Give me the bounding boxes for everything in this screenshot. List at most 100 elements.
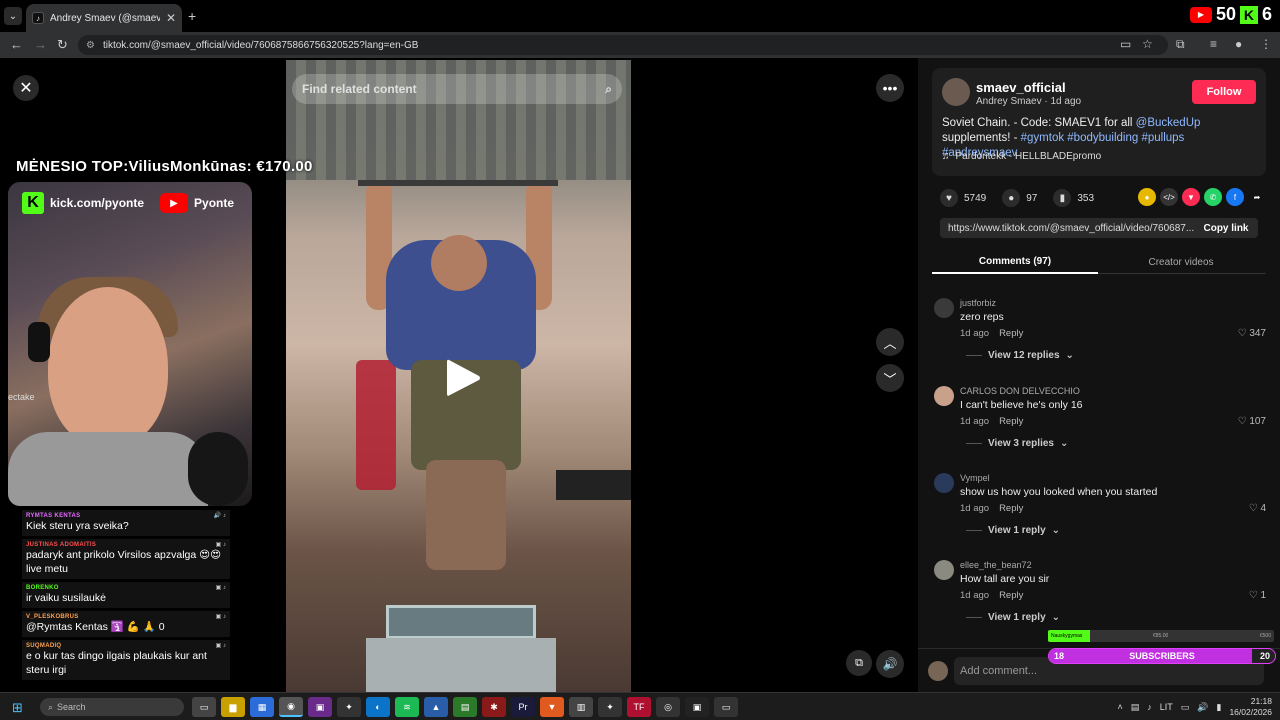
bookmark-icon[interactable]: ▮ [1053,189,1072,207]
comment-likes[interactable]: ♡ 347 [1238,328,1266,339]
back-icon[interactable]: ← [10,37,23,52]
network-icon[interactable]: ▭ [1181,702,1190,713]
embed-icon[interactable]: </> [1160,188,1178,206]
volume-icon[interactable]: 🔊 [876,650,904,678]
next-video-button[interactable]: ﹀ [876,364,904,392]
forward-icon[interactable]: → [34,37,47,52]
comment-likes[interactable]: ♡ 107 [1238,416,1266,427]
app-icon[interactable]: ▤ [453,697,477,717]
spotify-icon[interactable]: ≋ [395,697,419,717]
new-tab-button[interactable]: + [188,8,196,24]
view-replies-button[interactable]: View 1 reply ⌄ [966,525,1060,536]
browser-tab[interactable]: ♪ Andrey Smaev (@smaev_of ✕ [26,4,182,32]
reply-button[interactable]: Reply [999,590,1023,601]
chrome-icon[interactable]: ◉ [279,697,303,717]
app-icon[interactable]: ▣ [685,697,709,717]
commenter-avatar[interactable] [934,386,954,406]
tab-comments[interactable]: Comments (97) [932,250,1098,274]
app-icon[interactable]: ▣ [308,697,332,717]
previous-video-button[interactable]: ︿ [876,328,904,356]
coin-icon[interactable]: ● [1138,188,1156,206]
task-view-icon[interactable]: ▭ [192,697,216,717]
mention-link[interactable]: @BuckedUp [1136,117,1201,129]
commenter-avatar[interactable] [934,560,954,580]
app-icon[interactable]: ▥ [569,697,593,717]
reload-icon[interactable]: ↻ [57,37,68,53]
tab-creator-videos[interactable]: Creator videos [1098,250,1264,274]
heart-outline-icon[interactable]: ♡ [1238,416,1247,427]
like-heart-icon[interactable]: ♥ [940,189,958,207]
music-row[interactable]: ♫ Pardontekk - HELLBLADEpromo [942,151,1101,162]
share-arrow-icon[interactable]: ➦ [1248,188,1266,206]
subscriber-goal-labels: 18 SUBSCRIBERS 20 [1048,648,1276,664]
facebook-icon[interactable]: f [1226,188,1244,206]
repost-icon[interactable]: ▼ [1182,188,1200,206]
comment-icon[interactable]: ● [1002,189,1021,207]
chat-message: JUSTINAS ADOMAITIS ▣ ♪ padaryk ant priko… [22,539,230,579]
creator-handle[interactable]: smaev_official [976,80,1066,95]
edge-icon[interactable]: ◐ [366,697,390,717]
keyboard-language[interactable]: LIT [1160,702,1173,712]
creator-avatar[interactable] [942,78,970,106]
store-icon[interactable]: ▦ [250,697,274,717]
cast-icon[interactable]: ▭ [1120,37,1131,51]
taskbar-search[interactable]: ⌕ Search [40,698,184,716]
reply-button[interactable]: Reply [999,328,1023,339]
close-video-button[interactable]: ✕ [13,75,39,101]
app-icon[interactable]: ▭ [714,697,738,717]
find-related-search[interactable]: Find related content ⌕ [292,74,622,104]
url-field[interactable]: ⚙ tiktok.com/@smaev_official/video/76068… [78,35,1168,55]
heart-outline-icon[interactable]: ♡ [1249,503,1258,514]
tray-app-icon[interactable]: ▤ [1131,702,1140,713]
follow-button[interactable]: Follow [1192,80,1256,104]
comment-item: CARLOS DON DELVECCHIO I can't believe he… [932,386,1266,466]
whatsapp-icon[interactable]: ✆ [1204,188,1222,206]
commenter-name[interactable]: justforbiz [960,298,996,308]
view-replies-button[interactable]: View 12 replies ⌄ [966,350,1074,361]
more-options-button[interactable]: ••• [876,74,904,102]
picture-in-picture-icon[interactable]: ⧉ [846,650,872,676]
profile-icon[interactable]: ● [1235,37,1242,51]
site-info-icon[interactable]: ⚙ [86,40,95,51]
commenter-name[interactable]: CARLOS DON DELVECCHIO [960,386,1080,396]
battery-icon[interactable]: ▮ [1217,702,1222,713]
tray-chevron-icon[interactable]: ˄ [1117,702,1122,712]
comment-likes[interactable]: ♡ 4 [1249,503,1266,514]
chat-text: e o kur tas dingo ilgais plaukais kur an… [26,650,207,676]
app-icon[interactable]: TF [627,697,651,717]
menu-icon[interactable]: ⋮ [1260,37,1272,51]
tab-list-button[interactable]: ⌄ [4,7,22,25]
tray-mic-icon[interactable]: ♪ [1147,702,1152,712]
tab-close-icon[interactable]: ✕ [166,11,176,25]
chevron-down-icon: ⌄ [1065,350,1074,361]
obs-icon[interactable]: ◎ [656,697,680,717]
share-link-field[interactable]: https://www.tiktok.com/@smaev_official/v… [940,218,1194,238]
extensions-icon[interactable]: ⧉ [1176,37,1185,52]
copy-link-button[interactable]: Copy link [1194,218,1258,238]
windows-start-icon[interactable]: ⊞ [12,700,23,716]
clock[interactable]: 21:18 16/02/2026 [1229,696,1272,718]
view-replies-button[interactable]: View 1 reply ⌄ [966,612,1060,623]
app-icon[interactable]: ✱ [482,697,506,717]
commenter-avatar[interactable] [934,473,954,493]
photos-icon[interactable]: ▲ [424,697,448,717]
commenter-name[interactable]: Vympel [960,473,990,483]
heart-outline-icon[interactable]: ♡ [1249,590,1258,601]
search-icon[interactable]: ⌕ [605,82,612,97]
reply-button[interactable]: Reply [999,416,1023,427]
play-icon[interactable] [443,356,483,400]
heart-outline-icon[interactable]: ♡ [1238,328,1247,339]
brave-icon[interactable]: ▼ [540,697,564,717]
view-replies-button[interactable]: View 3 replies ⌄ [966,438,1068,449]
app-icon[interactable]: ✦ [337,697,361,717]
premiere-icon[interactable]: Pr [511,697,535,717]
file-explorer-icon[interactable]: ▆ [221,697,245,717]
reply-button[interactable]: Reply [999,503,1023,514]
comment-likes[interactable]: ♡ 1 [1249,590,1266,601]
commenter-avatar[interactable] [934,298,954,318]
bookmark-star-icon[interactable]: ☆ [1142,37,1153,51]
commenter-name[interactable]: ellee_the_bean72 [960,560,1032,570]
reading-list-icon[interactable]: ≡ [1210,37,1217,51]
volume-icon[interactable]: 🔊 [1197,702,1208,713]
app-icon[interactable]: ✦ [598,697,622,717]
